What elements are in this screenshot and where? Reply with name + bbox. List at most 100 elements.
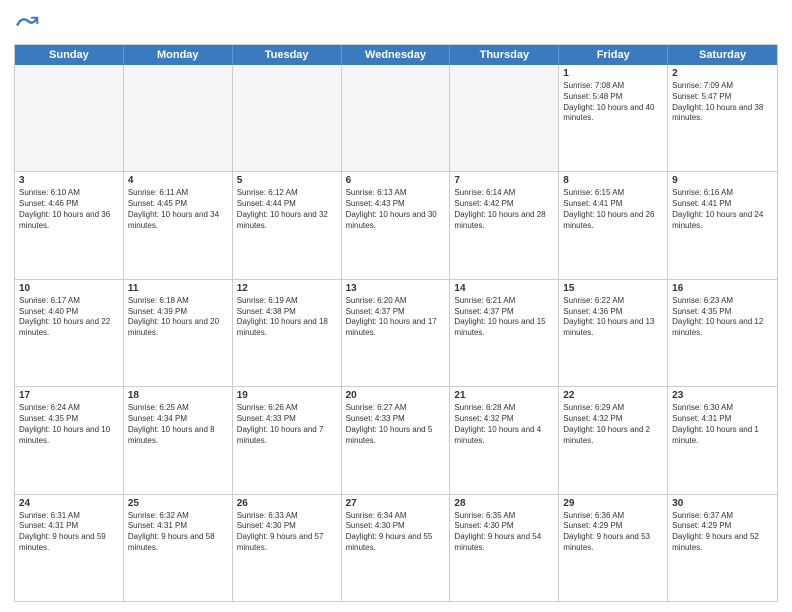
day-info: Sunrise: 6:29 AM Sunset: 4:32 PM Dayligh…	[563, 403, 663, 446]
day-number: 14	[454, 283, 554, 294]
day-number: 3	[19, 175, 119, 186]
calendar-cell-1-1: 4 Sunrise: 6:11 AM Sunset: 4:45 PM Daylig…	[124, 172, 233, 278]
day-info: Sunrise: 6:33 AM Sunset: 4:30 PM Dayligh…	[237, 511, 337, 554]
day-number: 18	[128, 390, 228, 401]
calendar-cell-1-2: 5 Sunrise: 6:12 AM Sunset: 4:44 PM Daylig…	[233, 172, 342, 278]
calendar-header: SundayMondayTuesdayWednesdayThursdayFrid…	[15, 45, 777, 65]
calendar-cell-3-0: 17 Sunrise: 6:24 AM Sunset: 4:35 PM Dayli…	[15, 387, 124, 493]
calendar-cell-1-5: 8 Sunrise: 6:15 AM Sunset: 4:41 PM Daylig…	[559, 172, 668, 278]
calendar-cell-4-0: 24Sunrise: 6:31 AM Sunset: 4:31 PM Dayli…	[15, 495, 124, 601]
weekday-header-wednesday: Wednesday	[342, 45, 451, 65]
calendar-cell-4-6: 30 Sunrise: 6:37 AM Sunset: 4:29 PM Dayli…	[668, 495, 777, 601]
page: SundayMondayTuesdayWednesdayThursdayFrid…	[0, 0, 792, 612]
logo	[14, 10, 46, 38]
weekday-header-sunday: Sunday	[15, 45, 124, 65]
day-number: 12	[237, 283, 337, 294]
calendar-cell-4-2: 26 Sunrise: 6:33 AM Sunset: 4:30 PM Dayli…	[233, 495, 342, 601]
day-info: Sunrise: 6:10 AM Sunset: 4:46 PM Dayligh…	[19, 188, 119, 231]
calendar-cell-1-6: 9 Sunrise: 6:16 AM Sunset: 4:41 PM Daylig…	[668, 172, 777, 278]
weekday-header-friday: Friday	[559, 45, 668, 65]
calendar-cell-0-1	[124, 65, 233, 171]
day-info: Sunrise: 6:13 AM Sunset: 4:43 PM Dayligh…	[346, 188, 446, 231]
calendar-cell-0-3	[342, 65, 451, 171]
day-info: Sunrise: 7:08 AM Sunset: 5:48 PM Dayligh…	[563, 81, 663, 124]
day-number: 1	[563, 68, 663, 79]
calendar-row-0: 1 Sunrise: 7:08 AM Sunset: 5:48 PM Daylig…	[15, 65, 777, 171]
calendar-cell-2-2: 12 Sunrise: 6:19 AM Sunset: 4:38 PM Dayli…	[233, 280, 342, 386]
calendar-cell-3-6: 23 Sunrise: 6:30 AM Sunset: 4:31 PM Dayli…	[668, 387, 777, 493]
day-number: 13	[346, 283, 446, 294]
calendar: SundayMondayTuesdayWednesdayThursdayFrid…	[14, 44, 778, 602]
day-info: Sunrise: 6:22 AM Sunset: 4:36 PM Dayligh…	[563, 296, 663, 339]
day-number: 19	[237, 390, 337, 401]
day-info: Sunrise: 6:18 AM Sunset: 4:39 PM Dayligh…	[128, 296, 228, 339]
logo-icon	[14, 10, 42, 38]
calendar-cell-3-2: 19 Sunrise: 6:26 AM Sunset: 4:33 PM Dayli…	[233, 387, 342, 493]
calendar-cell-4-3: 27Sunrise: 6:34 AM Sunset: 4:30 PM Dayli…	[342, 495, 451, 601]
day-info: Sunrise: 6:23 AM Sunset: 4:35 PM Dayligh…	[672, 296, 773, 339]
calendar-cell-4-4: 28Sunrise: 6:35 AM Sunset: 4:30 PM Dayli…	[450, 495, 559, 601]
calendar-cell-0-5: 1 Sunrise: 7:08 AM Sunset: 5:48 PM Daylig…	[559, 65, 668, 171]
day-info: Sunrise: 6:21 AM Sunset: 4:37 PM Dayligh…	[454, 296, 554, 339]
calendar-cell-0-2	[233, 65, 342, 171]
calendar-cell-2-1: 11 Sunrise: 6:18 AM Sunset: 4:39 PM Dayli…	[124, 280, 233, 386]
day-info: Sunrise: 6:12 AM Sunset: 4:44 PM Dayligh…	[237, 188, 337, 231]
day-info: Sunrise: 6:27 AM Sunset: 4:33 PM Dayligh…	[346, 403, 446, 446]
calendar-row-3: 17 Sunrise: 6:24 AM Sunset: 4:35 PM Dayli…	[15, 386, 777, 493]
calendar-cell-0-4	[450, 65, 559, 171]
day-info: Sunrise: 6:30 AM Sunset: 4:31 PM Dayligh…	[672, 403, 773, 446]
day-number: 17	[19, 390, 119, 401]
day-info: Sunrise: 6:20 AM Sunset: 4:37 PM Dayligh…	[346, 296, 446, 339]
calendar-cell-1-0: 3 Sunrise: 6:10 AM Sunset: 4:46 PM Daylig…	[15, 172, 124, 278]
day-number: 11	[128, 283, 228, 294]
calendar-cell-3-3: 20Sunrise: 6:27 AM Sunset: 4:33 PM Dayli…	[342, 387, 451, 493]
day-number: 4	[128, 175, 228, 186]
day-number: 5	[237, 175, 337, 186]
calendar-cell-3-4: 21 Sunrise: 6:28 AM Sunset: 4:32 PM Dayli…	[450, 387, 559, 493]
day-number: 9	[672, 175, 773, 186]
day-info: Sunrise: 6:25 AM Sunset: 4:34 PM Dayligh…	[128, 403, 228, 446]
day-number: 25	[128, 498, 228, 509]
day-info: Sunrise: 6:17 AM Sunset: 4:40 PM Dayligh…	[19, 296, 119, 339]
calendar-cell-2-4: 14 Sunrise: 6:21 AM Sunset: 4:37 PM Dayli…	[450, 280, 559, 386]
calendar-cell-1-3: 6 Sunrise: 6:13 AM Sunset: 4:43 PM Daylig…	[342, 172, 451, 278]
day-info: Sunrise: 6:34 AM Sunset: 4:30 PM Dayligh…	[346, 511, 446, 554]
day-info: Sunrise: 6:19 AM Sunset: 4:38 PM Dayligh…	[237, 296, 337, 339]
day-number: 7	[454, 175, 554, 186]
calendar-cell-3-5: 22 Sunrise: 6:29 AM Sunset: 4:32 PM Dayli…	[559, 387, 668, 493]
calendar-cell-2-5: 15 Sunrise: 6:22 AM Sunset: 4:36 PM Dayli…	[559, 280, 668, 386]
day-info: Sunrise: 6:28 AM Sunset: 4:32 PM Dayligh…	[454, 403, 554, 446]
day-number: 22	[563, 390, 663, 401]
weekday-header-tuesday: Tuesday	[233, 45, 342, 65]
calendar-row-1: 3 Sunrise: 6:10 AM Sunset: 4:46 PM Daylig…	[15, 171, 777, 278]
day-info: Sunrise: 6:16 AM Sunset: 4:41 PM Dayligh…	[672, 188, 773, 231]
calendar-cell-3-1: 18 Sunrise: 6:25 AM Sunset: 4:34 PM Dayli…	[124, 387, 233, 493]
calendar-body: 1 Sunrise: 7:08 AM Sunset: 5:48 PM Daylig…	[15, 65, 777, 601]
day-number: 21	[454, 390, 554, 401]
calendar-cell-0-0	[15, 65, 124, 171]
day-number: 8	[563, 175, 663, 186]
day-number: 30	[672, 498, 773, 509]
day-number: 23	[672, 390, 773, 401]
day-info: Sunrise: 6:37 AM Sunset: 4:29 PM Dayligh…	[672, 511, 773, 554]
day-number: 6	[346, 175, 446, 186]
day-number: 24	[19, 498, 119, 509]
calendar-cell-2-0: 10 Sunrise: 6:17 AM Sunset: 4:40 PM Dayli…	[15, 280, 124, 386]
day-info: Sunrise: 6:11 AM Sunset: 4:45 PM Dayligh…	[128, 188, 228, 231]
day-info: Sunrise: 6:26 AM Sunset: 4:33 PM Dayligh…	[237, 403, 337, 446]
day-info: Sunrise: 6:32 AM Sunset: 4:31 PM Dayligh…	[128, 511, 228, 554]
calendar-cell-4-1: 25 Sunrise: 6:32 AM Sunset: 4:31 PM Dayli…	[124, 495, 233, 601]
calendar-cell-2-6: 16 Sunrise: 6:23 AM Sunset: 4:35 PM Dayli…	[668, 280, 777, 386]
day-number: 26	[237, 498, 337, 509]
calendar-cell-1-4: 7 Sunrise: 6:14 AM Sunset: 4:42 PM Daylig…	[450, 172, 559, 278]
day-info: Sunrise: 6:14 AM Sunset: 4:42 PM Dayligh…	[454, 188, 554, 231]
day-info: Sunrise: 6:15 AM Sunset: 4:41 PM Dayligh…	[563, 188, 663, 231]
calendar-row-4: 24Sunrise: 6:31 AM Sunset: 4:31 PM Dayli…	[15, 494, 777, 601]
calendar-cell-2-3: 13 Sunrise: 6:20 AM Sunset: 4:37 PM Dayli…	[342, 280, 451, 386]
day-number: 15	[563, 283, 663, 294]
day-number: 2	[672, 68, 773, 79]
day-number: 16	[672, 283, 773, 294]
day-number: 10	[19, 283, 119, 294]
day-info: Sunrise: 6:24 AM Sunset: 4:35 PM Dayligh…	[19, 403, 119, 446]
header	[14, 10, 778, 38]
